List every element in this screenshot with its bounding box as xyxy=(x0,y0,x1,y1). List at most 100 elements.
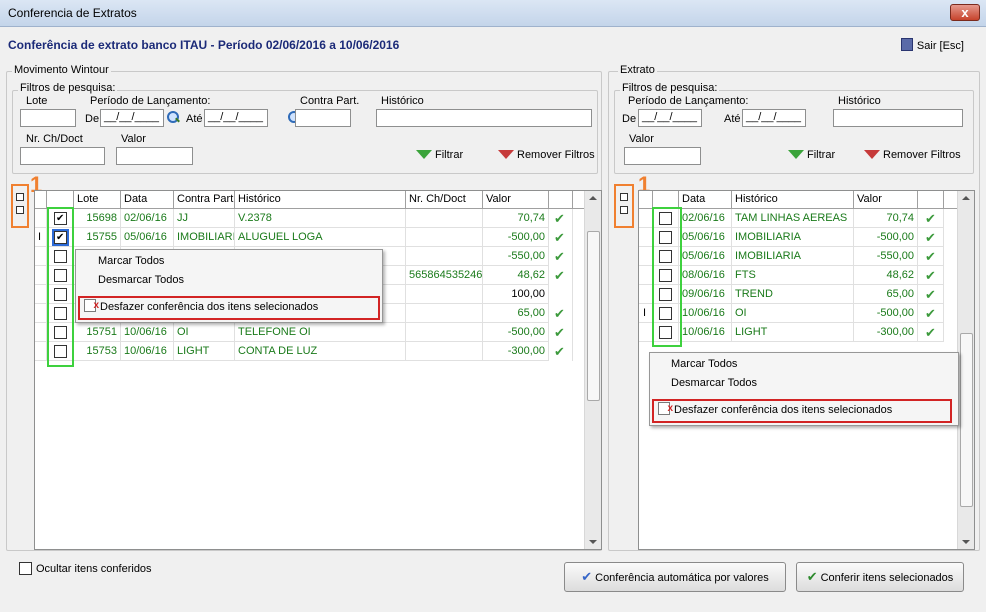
cell-nr xyxy=(406,247,483,266)
contra-input[interactable] xyxy=(295,109,351,127)
conferido-check-icon xyxy=(551,324,567,342)
conferencia-automatica-button[interactable]: ✔ Conferência automática por valores xyxy=(564,562,786,592)
right-scroll-up-icon[interactable] xyxy=(962,196,970,200)
right-menu-desmarcar-todos[interactable]: Desmarcar Todos xyxy=(671,377,757,389)
select-toggle-annotation-left[interactable] xyxy=(11,184,29,228)
cell-valor: -500,00 xyxy=(854,304,918,323)
right-valor-input[interactable] xyxy=(624,147,701,165)
right-undo-document-icon xyxy=(658,399,673,418)
table-row[interactable]: 10/06/16 OI -500,00 xyxy=(639,304,944,323)
right-col-valor[interactable]: Valor xyxy=(854,191,918,209)
scroll-thumb[interactable] xyxy=(587,231,600,401)
cell-nr xyxy=(406,342,483,361)
col-historico[interactable]: Histórico xyxy=(235,191,406,209)
conferido-check-icon xyxy=(551,305,567,323)
row-indicator xyxy=(639,247,653,266)
menu-marcar-todos[interactable]: Marcar Todos xyxy=(98,255,164,267)
right-date-from-input[interactable]: __/__/____ xyxy=(638,109,702,127)
scroll-up-icon[interactable] xyxy=(589,196,597,200)
date-to-input[interactable]: __/__/____ xyxy=(204,109,268,127)
col-valor[interactable]: Valor xyxy=(483,191,549,209)
text-cursor-icon: I xyxy=(643,307,647,319)
movimento-scrollbar[interactable] xyxy=(584,191,601,549)
filtrar-button[interactable]: Filtrar xyxy=(416,149,463,161)
table-row[interactable]: 09/06/16 TREND 65,00 xyxy=(639,285,944,304)
remover-filtros-button[interactable]: Remover Filtros xyxy=(498,149,595,161)
lote-input[interactable] xyxy=(20,109,76,127)
date-from-picker-icon[interactable] xyxy=(166,110,180,124)
checkbox-column-annotation-right xyxy=(652,207,682,347)
extrato-grid-header: Data Histórico Valor xyxy=(639,191,957,209)
conferido-check-icon xyxy=(551,229,567,247)
conferir-selecionados-button[interactable]: ✔ Conferir itens selecionados xyxy=(796,562,964,592)
cell-hist: TELEFONE OI xyxy=(235,323,406,342)
sair-button[interactable]: Sair [Esc] xyxy=(900,38,964,52)
cell-valor: -500,00 xyxy=(483,228,549,247)
menu-desmarcar-todos[interactable]: Desmarcar Todos xyxy=(98,274,184,286)
right-scroll-thumb[interactable] xyxy=(960,333,973,507)
right-col-data[interactable]: Data xyxy=(679,191,732,209)
table-row[interactable]: 02/06/16 TAM LINHAS AEREAS 70,74 xyxy=(639,209,944,228)
row-indicator xyxy=(35,342,47,361)
date-from-input[interactable]: __/__/____ xyxy=(100,109,164,127)
cell-nr xyxy=(406,228,483,247)
cell-contra: JJ xyxy=(174,209,235,228)
right-col-historico[interactable]: Histórico xyxy=(732,191,854,209)
table-row[interactable]: 15751 10/06/16 OI TELEFONE OI -500,00 xyxy=(35,323,573,342)
close-button[interactable]: x xyxy=(950,4,980,21)
conferido-check-icon xyxy=(551,248,567,266)
page-title: Conferência de extrato banco ITAU - Perí… xyxy=(8,38,400,52)
table-row[interactable]: 10/06/16 LIGHT -300,00 xyxy=(639,323,944,342)
table-row[interactable]: 15753 10/06/16 LIGHT CONTA DE LUZ -300,00 xyxy=(35,342,573,361)
right-remover-filtros-button[interactable]: Remover Filtros xyxy=(864,149,961,161)
nrch-input[interactable] xyxy=(20,147,105,165)
col-lote[interactable]: Lote xyxy=(74,191,121,209)
ocultar-checkbox[interactable] xyxy=(19,562,32,575)
checkbox-column-annotation-left xyxy=(47,207,74,367)
table-row[interactable]: 1575505/06/16IMOBILIARIALUGUEL LOGA -500,… xyxy=(35,228,573,247)
cell-lote: 15751 xyxy=(74,323,121,342)
right-menu-desfazer-conferencia[interactable]: Desfazer conferência dos itens seleciona… xyxy=(652,399,952,423)
double-check-icon: ✔ xyxy=(581,569,593,584)
remove-filter-icon xyxy=(498,150,514,159)
historico-input[interactable] xyxy=(376,109,592,127)
extrato-scrollbar[interactable] xyxy=(957,191,974,549)
movimento-grid: Lote Data Contra Part. Histórico Nr. Ch/… xyxy=(34,190,602,550)
cell-hist: TREND xyxy=(732,285,854,304)
row-status-cell xyxy=(918,209,944,228)
menu-desfazer-conferencia[interactable]: Desfazer conferência dos itens seleciona… xyxy=(78,296,380,320)
undo-document-icon xyxy=(84,296,99,315)
right-menu-marcar-todos[interactable]: Marcar Todos xyxy=(671,358,737,370)
left-context-menu: Marcar Todos Desmarcar Todos Desfazer co… xyxy=(75,249,383,323)
cell-nr xyxy=(406,209,483,228)
row-status-cell xyxy=(918,247,944,266)
cell-valor: 48,62 xyxy=(854,266,918,285)
col-indicator xyxy=(35,191,47,209)
select-toggle-annotation-right[interactable] xyxy=(614,184,634,228)
right-filtrar-label: Filtrar xyxy=(807,149,836,161)
col-contra[interactable]: Contra Part. xyxy=(174,191,235,209)
unmark-all-icon xyxy=(16,206,24,214)
scroll-down-icon[interactable] xyxy=(589,540,597,544)
right-scroll-down-icon[interactable] xyxy=(962,540,970,544)
right-historico-input[interactable] xyxy=(833,109,963,127)
cell-valor: -500,00 xyxy=(483,323,549,342)
right-filtrar-button[interactable]: Filtrar xyxy=(788,149,835,161)
table-row[interactable]: 05/06/16 IMOBILIARIA -500,00 xyxy=(639,228,944,247)
mark-all-icon xyxy=(16,193,24,201)
col-data[interactable]: Data xyxy=(121,191,174,209)
ocultar-checkbox-row[interactable]: Ocultar itens conferidos xyxy=(19,562,152,575)
col-nrch[interactable]: Nr. Ch/Doct xyxy=(406,191,483,209)
row-indicator xyxy=(639,285,653,304)
valor-input[interactable] xyxy=(116,147,193,165)
right-funnel-icon xyxy=(788,150,804,159)
nrch-label: Nr. Ch/Doct xyxy=(26,133,83,145)
table-row[interactable]: 08/06/16 FTS 48,62 xyxy=(639,266,944,285)
cell-data: 10/06/16 xyxy=(121,323,174,342)
right-date-to-input[interactable]: __/__/____ xyxy=(742,109,806,127)
contra-label: Contra Part. xyxy=(300,95,360,107)
table-row[interactable]: 05/06/16 IMOBILIARIA -550,00 xyxy=(639,247,944,266)
cell-nr xyxy=(406,323,483,342)
table-row[interactable]: 1569802/06/16JJV.2378 70,74 xyxy=(35,209,573,228)
row-status-cell xyxy=(549,266,573,285)
